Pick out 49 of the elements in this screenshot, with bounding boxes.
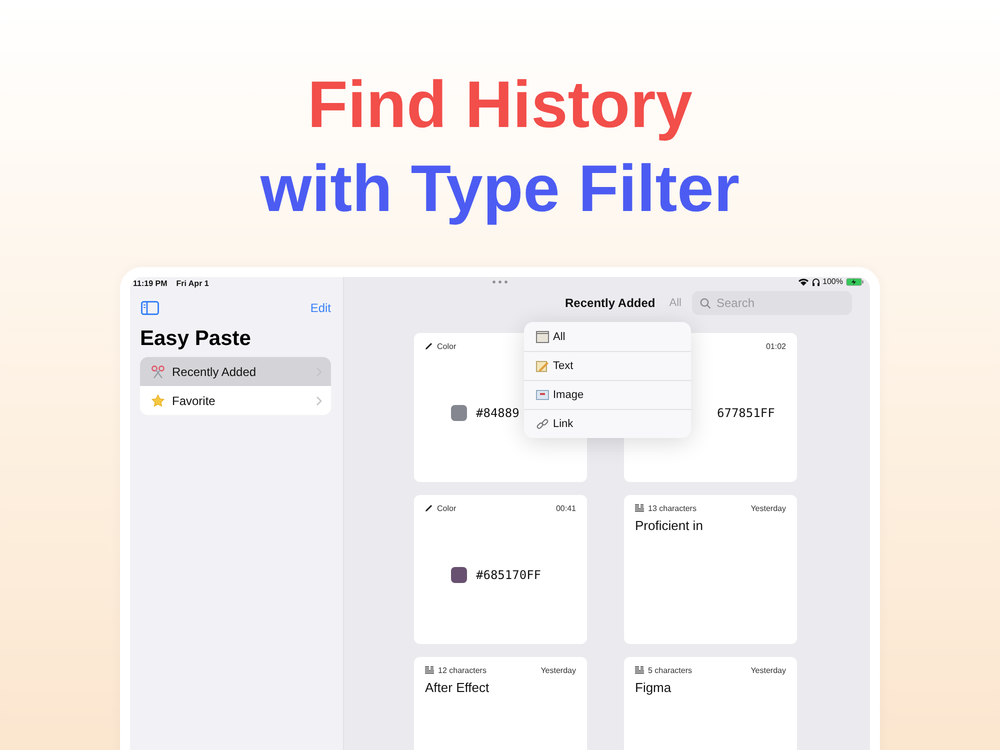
status-time: 11:19 PM [133,279,168,290]
sidebar-item[interactable]: Recently Added [140,357,331,386]
chevron-icon [316,396,322,406]
clip-card[interactable]: 13 characters Yesterday Proficient in [624,495,797,644]
color-value: 677851FF [717,406,775,420]
clip-card[interactable]: Color 00:41 #685170FF [414,495,587,644]
clip-type-label: 13 characters [648,504,696,512]
image-icon [536,390,549,400]
clip-time: 01:02 [766,342,786,350]
multitasking-dots-icon[interactable] [492,280,508,284]
wifi-icon [798,278,809,286]
clip-type-label: 12 characters [438,666,486,674]
headline-text: Find History [307,66,692,143]
battery-percentage: 100% [822,277,843,286]
notepad-icon [536,360,549,372]
clip-time: Yesterday [540,666,576,674]
scissors-icon [151,364,165,378]
clip-type-label: Color [437,342,456,350]
search-field[interactable]: Search [692,291,852,315]
color-value: #685170FF [476,568,542,582]
clip-text: Figma [635,680,672,695]
menu-item[interactable]: Link [524,409,691,438]
clip-time: Yesterday [750,666,786,674]
clip-type-label: 5 characters [648,666,692,674]
battery-charging-icon [846,278,864,286]
clip-card[interactable]: 12 characters Yesterday After Effect [414,657,587,750]
headphones-icon [812,278,820,286]
sidebar-toggle-icon[interactable] [141,301,159,315]
clip-time: 00:41 [556,504,576,512]
pencil-icon [425,342,433,350]
star-icon [151,394,165,408]
menu-item[interactable]: Text [524,351,691,380]
window-icon [536,330,549,342]
link-icon [536,418,549,430]
clip-type-label: Color [437,504,456,512]
clip-text: After Effect [425,680,490,695]
clip-text: Proficient in [635,518,704,533]
text-lines-icon [635,504,644,512]
pencil-icon [425,504,433,512]
text-lines-icon [635,666,644,674]
clip-time: Yesterday [750,504,786,512]
status-date: Fri Apr 1 [176,279,209,290]
text-lines-icon [425,666,434,674]
menu-item[interactable]: Image [524,380,691,409]
color-value: #84889 [476,406,520,420]
view-title: Recently Added [565,296,656,310]
app-title: Easy Paste [139,326,252,351]
headline-text: with Type Filter [260,150,740,227]
clip-card[interactable]: 5 characters Yesterday Figma [624,657,797,750]
